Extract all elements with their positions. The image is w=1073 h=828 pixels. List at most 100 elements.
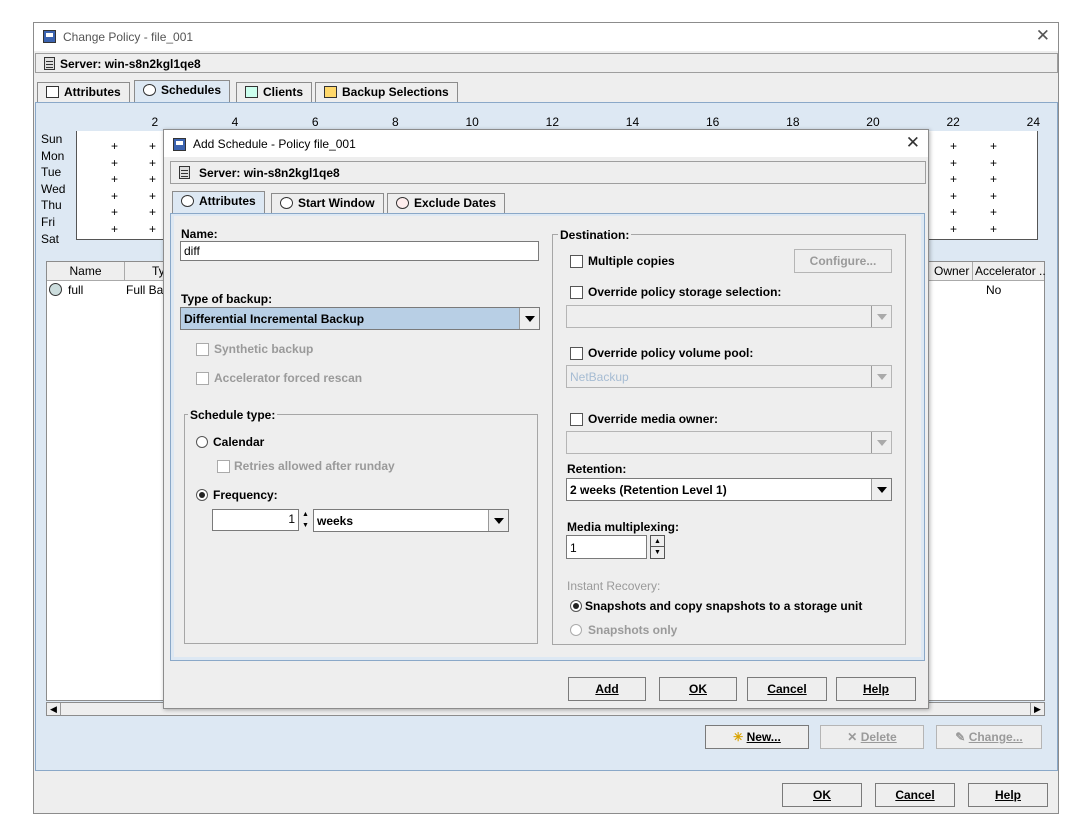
scroll-right-icon[interactable]: ▶ (1030, 703, 1044, 715)
chevron-down-icon[interactable] (871, 366, 891, 387)
chevron-down-icon[interactable] (871, 432, 891, 453)
retention-select[interactable]: 2 weeks (Retention Level 1) (566, 478, 892, 501)
change-button[interactable]: ✎ Change... (936, 725, 1042, 749)
spin-down-icon[interactable]: ▼ (300, 520, 311, 531)
day-label: Sun (41, 132, 63, 146)
hour-label: 4 (231, 115, 239, 129)
close-icon[interactable]: ✕ (1036, 26, 1050, 46)
clock-icon (280, 197, 293, 209)
plus-mark: + (990, 188, 998, 203)
snapshots-copy-radio[interactable] (570, 600, 582, 612)
plus-mark: + (111, 155, 119, 170)
help-button[interactable]: Help (968, 783, 1048, 807)
plus-mark: + (950, 222, 958, 236)
delete-button[interactable]: ✕ Delete (820, 725, 924, 749)
spin-up-icon[interactable]: ▲ (300, 509, 311, 520)
type-of-backup-select[interactable]: Differential Incremental Backup (180, 307, 540, 330)
dialog-title-bar: Add Schedule - Policy file_001 ✕ (164, 130, 928, 157)
volume-pool-select[interactable]: NetBackup (566, 365, 892, 388)
column-header-owner[interactable]: Owner (932, 262, 973, 280)
storage-select[interactable] (566, 305, 892, 328)
override-volume-label: Override policy volume pool: (588, 346, 754, 360)
server-icon (44, 57, 55, 70)
hour-label: 6 (311, 115, 319, 129)
tab-label: Clients (263, 85, 304, 99)
tab-label: Attributes (64, 85, 121, 99)
frequency-label: Frequency: (213, 488, 278, 502)
media-multiplexing-label: Media multiplexing: (567, 520, 680, 534)
chevron-down-icon[interactable] (871, 306, 891, 327)
dialog-help-button[interactable]: Help (836, 677, 916, 701)
override-storage-checkbox[interactable] (570, 286, 583, 299)
snapshots-only-radio[interactable] (570, 624, 582, 636)
tab-label: Attributes (199, 194, 256, 208)
hour-label: 22 (946, 115, 960, 129)
add-button[interactable]: Add (568, 677, 646, 701)
media-multiplexing-input[interactable]: 1 (566, 535, 647, 559)
chevron-down-icon[interactable] (871, 479, 891, 500)
frequency-radio[interactable] (196, 489, 208, 501)
spin-down-icon[interactable]: ▼ (651, 547, 664, 558)
tab-attributes[interactable]: Attributes (37, 82, 130, 102)
plus-mark: + (950, 188, 958, 203)
plus-mark: + (950, 155, 958, 170)
column-header-accelerator[interactable]: Accelerator ... (973, 262, 1046, 280)
dialog-cancel-button[interactable]: Cancel (747, 677, 827, 701)
plus-mark: + (950, 205, 958, 220)
spin-up-icon[interactable]: ▲ (651, 536, 664, 547)
synthetic-backup-checkbox[interactable] (196, 343, 209, 356)
dialog-close-icon[interactable]: ✕ (906, 133, 920, 153)
delete-x-icon: ✕ (847, 730, 858, 744)
accelerator-rescan-checkbox[interactable] (196, 372, 209, 385)
tab-schedules[interactable]: Schedules (134, 80, 231, 102)
dialog-tab-start-window[interactable]: Start Window (271, 193, 384, 213)
multiplexing-spinner[interactable]: ▲ ▼ (650, 535, 665, 559)
override-media-owner-checkbox[interactable] (570, 413, 583, 426)
snapshots-copy-label: Snapshots and copy snapshots to a storag… (585, 599, 863, 613)
column-header-name[interactable]: Name (47, 262, 125, 280)
hour-label: 12 (545, 115, 559, 129)
dialog-server-label: Server: win-s8n2kgl1qe8 (199, 166, 340, 180)
snapshots-only-label: Snapshots only (588, 623, 678, 637)
tab-clients[interactable]: Clients (236, 82, 313, 102)
chevron-down-icon[interactable] (519, 308, 539, 329)
dialog-tab-exclude-dates[interactable]: Exclude Dates (387, 193, 506, 213)
multiple-copies-checkbox[interactable] (570, 255, 583, 268)
override-media-owner-label: Override media owner: (588, 412, 719, 426)
new-label: New... (746, 730, 781, 744)
change-label: Change... (968, 730, 1023, 744)
frequency-input[interactable]: 1 (212, 509, 299, 531)
dialog-ok-button[interactable]: OK (659, 677, 737, 701)
plus-mark: + (990, 172, 998, 187)
retries-checkbox[interactable] (217, 460, 230, 473)
column-header-type[interactable]: Ty (125, 262, 165, 280)
tab-label: Exclude Dates (414, 196, 497, 210)
override-volume-checkbox[interactable] (570, 347, 583, 360)
override-storage-label: Override policy storage selection: (588, 285, 782, 299)
chevron-down-icon[interactable] (488, 510, 508, 531)
media-owner-select[interactable] (566, 431, 892, 454)
configure-button[interactable]: Configure... (794, 249, 892, 273)
plus-mark: + (990, 155, 998, 170)
instant-recovery-label: Instant Recovery: (567, 579, 661, 593)
calendar-radio[interactable] (196, 436, 208, 448)
dialog-tab-attributes[interactable]: Attributes (172, 191, 265, 213)
schedule-type-label: Schedule type: (188, 408, 278, 422)
exclude-dates-icon (396, 197, 409, 209)
tab-backup-selections[interactable]: Backup Selections (315, 82, 458, 102)
hour-label: 16 (705, 115, 720, 129)
frequency-spinner[interactable]: ▲ ▼ (300, 509, 311, 531)
day-label: Thu (41, 198, 62, 213)
new-button[interactable]: ✳ New... (705, 725, 809, 749)
frequency-unit-select[interactable]: weeks (313, 509, 509, 532)
cancel-button[interactable]: Cancel (875, 783, 955, 807)
plus-mark: + (111, 205, 119, 220)
name-input[interactable]: diff (180, 241, 539, 261)
cancel-label: Cancel (895, 788, 935, 802)
ok-button[interactable]: OK (782, 783, 862, 807)
help-label: Help (862, 682, 889, 696)
day-label: Mon (41, 148, 65, 163)
ok-label: OK (813, 788, 831, 802)
row-type: Full Ba (126, 283, 164, 297)
scroll-left-icon[interactable]: ◀ (47, 703, 61, 715)
